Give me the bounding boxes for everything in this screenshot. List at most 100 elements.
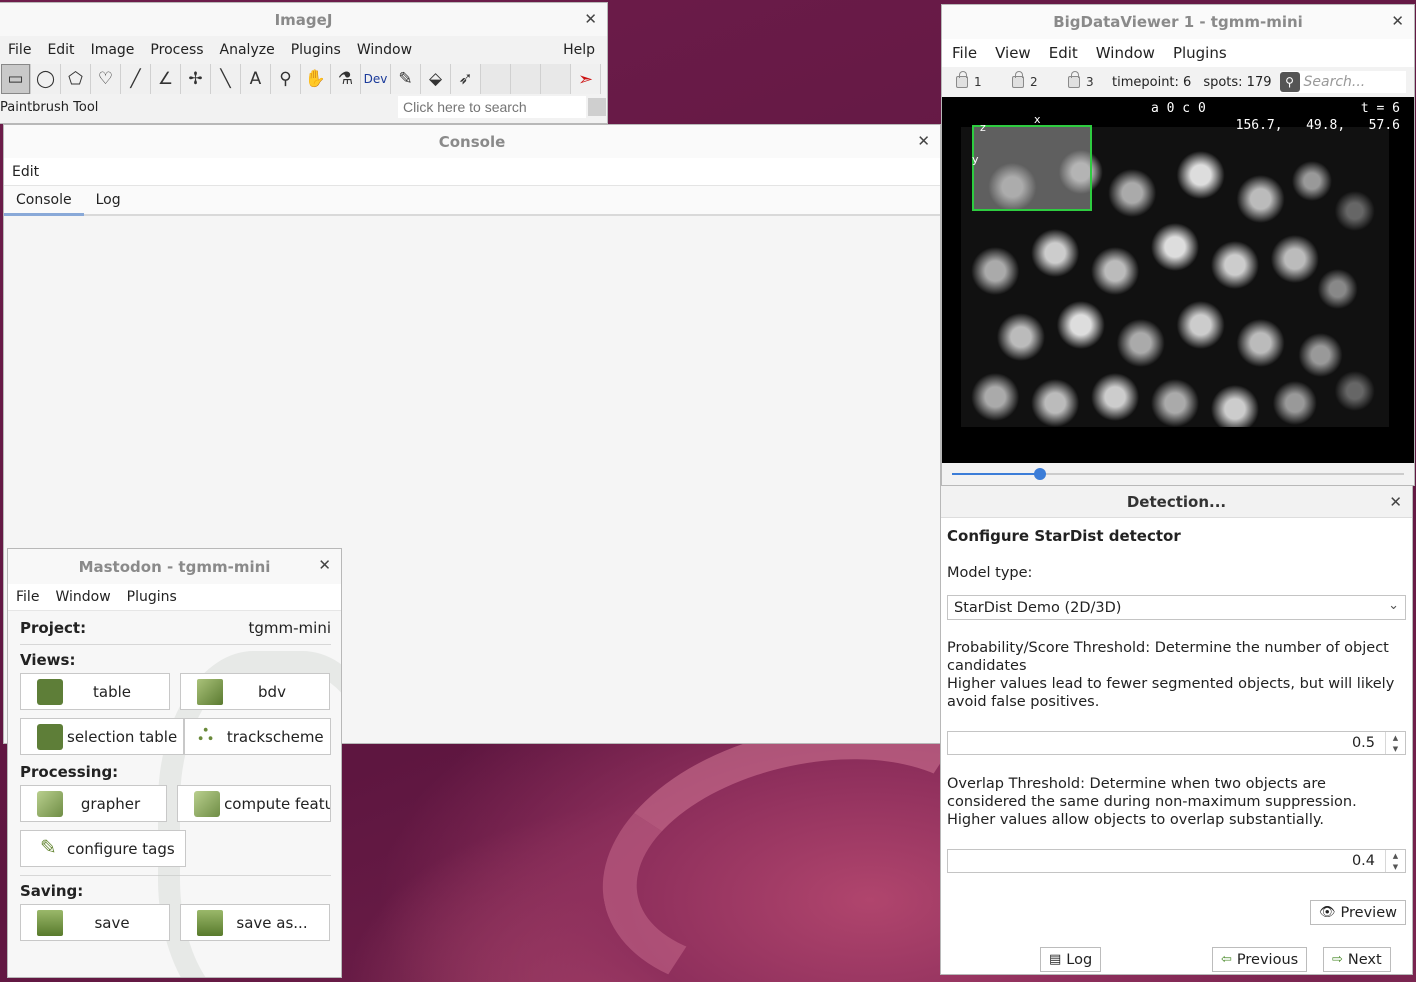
next-button[interactable]: ⇨ Next [1323, 947, 1391, 972]
decrement-icon[interactable]: ▼ [1386, 861, 1405, 872]
point-icon: ✢ [188, 69, 203, 89]
freehand-tool-button[interactable]: ♡ [91, 64, 121, 94]
color-picker-tool-button[interactable]: ⚗ [331, 64, 361, 94]
table-button[interactable]: table [20, 673, 170, 710]
selection-table-button[interactable]: selection table [20, 718, 184, 755]
menu-plugins[interactable]: Plugins [1163, 44, 1235, 62]
probability-threshold-spinner[interactable]: 0.5 ▲ ▼ [947, 731, 1406, 755]
window-title: BigDataViewer 1 - tgmm-mini [1053, 13, 1303, 31]
angle-tool-button[interactable]: ∠ [151, 64, 181, 94]
menu-view[interactable]: View [985, 44, 1039, 62]
probability-text-1: Probability/Score Threshold: Determine t… [947, 640, 1389, 674]
oval-icon: ◯ [35, 69, 56, 89]
search-placeholder: Search... [1303, 74, 1366, 90]
close-icon[interactable]: ✕ [917, 132, 930, 150]
text-icon: A [249, 69, 262, 89]
configure-tags-button[interactable]: configure tags [20, 830, 186, 867]
menu-edit[interactable]: Edit [1039, 44, 1086, 62]
wand-tool-button[interactable]: ╲ [211, 64, 241, 94]
search-options-button[interactable] [588, 98, 606, 116]
button-label: compute featu [224, 794, 331, 813]
axis-y-label: y [972, 153, 979, 166]
search-input[interactable] [398, 96, 586, 118]
lock-group-3-button[interactable]: 3 [1068, 71, 1108, 89]
project-label: Project: [20, 618, 87, 637]
close-icon[interactable]: ✕ [584, 10, 597, 28]
mastodon-titlebar[interactable]: Mastodon - tgmm-mini ✕ [8, 549, 341, 584]
button-label: save [94, 913, 130, 932]
project-row: Project: tgmm-mini [20, 611, 331, 645]
angle-icon: ∠ [157, 69, 174, 89]
increment-icon[interactable]: ▲ [1386, 850, 1405, 861]
empty-tool-slot [541, 64, 571, 94]
pencil-tool-button[interactable]: ➶ [451, 64, 481, 94]
grapher-button[interactable]: grapher [20, 785, 168, 822]
menu-file[interactable]: File [0, 42, 39, 58]
line-tool-button[interactable]: ╱ [121, 64, 151, 94]
menu-analyze[interactable]: Analyze [212, 42, 283, 58]
bdv-button[interactable]: bdv [180, 673, 330, 710]
oval-tool-button[interactable]: ◯ [31, 64, 61, 94]
polygon-tool-button[interactable]: ⬠ [61, 64, 91, 94]
lock-group-1-button[interactable]: 1 [956, 71, 1008, 89]
menu-edit[interactable]: Edit [39, 42, 82, 58]
more-tools-arrow-button[interactable]: ➣ [571, 64, 601, 94]
save-button[interactable]: save [20, 904, 170, 941]
menu-plugins[interactable]: Plugins [119, 589, 185, 605]
spot-search-field[interactable]: ⚲ Search... [1279, 71, 1406, 93]
hand-tool-button[interactable]: ✋ [301, 64, 331, 94]
navigation-minimap: z x y [972, 113, 1092, 211]
previous-button[interactable]: ⇦ Previous [1212, 947, 1308, 972]
lock-group-2-button[interactable]: 2 [1012, 71, 1064, 89]
close-icon[interactable]: ✕ [318, 556, 331, 574]
menu-file[interactable]: File [8, 589, 47, 605]
menu-process[interactable]: Process [142, 42, 211, 58]
paintbrush-tool-button[interactable]: ✎ [391, 64, 421, 94]
probability-description: Probability/Score Threshold: Determine t… [947, 639, 1406, 711]
dialog-heading: Configure StarDist detector [947, 527, 1181, 545]
close-icon[interactable]: ✕ [1391, 12, 1404, 30]
time-overlay: t = 6 [1360, 101, 1400, 116]
tab-log[interactable]: Log [84, 186, 133, 214]
dev-tool-button[interactable]: Dev [361, 64, 391, 94]
console-titlebar[interactable]: Console ✕ [4, 125, 940, 158]
imagej-titlebar[interactable]: ImageJ ✕ [0, 3, 607, 36]
magnifier-tool-button[interactable]: ⚲ [271, 64, 301, 94]
compute-features-button[interactable]: compute featu [177, 785, 331, 822]
rectangle-icon: ▭ [7, 69, 24, 89]
log-button[interactable]: ▤ Log [1040, 947, 1102, 972]
bdv-titlebar[interactable]: BigDataViewer 1 - tgmm-mini ✕ [942, 5, 1414, 39]
detection-titlebar[interactable]: Detection... ✕ [941, 486, 1412, 518]
close-icon[interactable]: ✕ [1389, 493, 1402, 511]
point-tool-button[interactable]: ✢ [181, 64, 211, 94]
menu-plugins[interactable]: Plugins [283, 42, 349, 58]
lock-icon [1012, 71, 1024, 88]
trackscheme-button[interactable]: trackscheme [183, 718, 331, 755]
save-as-icon [197, 909, 223, 936]
menu-help[interactable]: Help [555, 42, 607, 58]
menu-window[interactable]: Window [349, 42, 420, 58]
menu-file[interactable]: File [942, 44, 985, 62]
probability-text-2: Higher values lead to fewer segmented ob… [947, 676, 1395, 710]
imagej-window: ImageJ ✕ File Edit Image Process Analyze Plug… [0, 3, 607, 123]
console-menubar: Edit [4, 158, 940, 186]
tab-console[interactable]: Console [4, 186, 84, 216]
menu-image[interactable]: Image [83, 42, 143, 58]
flood-fill-tool-button[interactable]: ⬙ [421, 64, 451, 94]
timepoint-slider[interactable] [942, 463, 1414, 485]
menu-window[interactable]: Window [1086, 44, 1163, 62]
save-as-button[interactable]: save as... [180, 904, 330, 941]
bdv-image-canvas[interactable]: z x y a 0 c 0 t = 6 156.7, 49.8, 57.6 [942, 97, 1414, 463]
increment-icon[interactable]: ▲ [1386, 732, 1405, 743]
slider-knob[interactable] [1034, 468, 1047, 480]
console-tabs: Console Log [4, 186, 940, 216]
decrement-icon[interactable]: ▼ [1386, 743, 1405, 754]
polygon-icon: ⬠ [68, 69, 83, 89]
model-type-select[interactable]: StarDist Demo (2D/3D) ⌄ [947, 595, 1406, 620]
text-tool-button[interactable]: A [241, 64, 271, 94]
menu-window[interactable]: Window [47, 589, 118, 605]
menu-edit[interactable]: Edit [12, 164, 39, 180]
rectangle-tool-button[interactable]: ▭ [1, 64, 31, 94]
preview-button[interactable]: 👁 Preview [1310, 900, 1406, 925]
overlap-threshold-spinner[interactable]: 0.4 ▲ ▼ [947, 849, 1406, 873]
